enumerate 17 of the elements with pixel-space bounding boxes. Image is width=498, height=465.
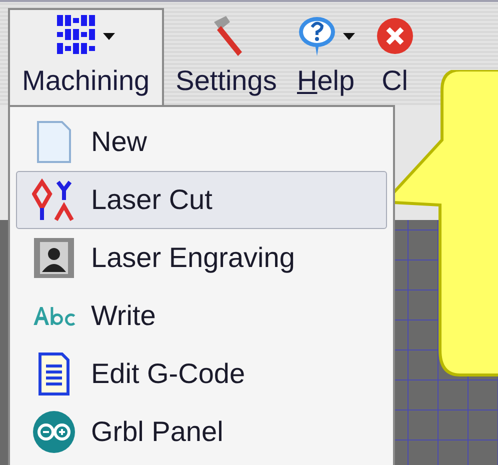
toolbar-button[interactable]: Settings xyxy=(168,8,285,105)
infinity-logo-icon xyxy=(32,410,76,454)
menu-item[interactable]: Edit G-Code xyxy=(16,345,387,403)
toolbar-button[interactable]: Cl xyxy=(366,8,423,105)
laser-path-icon xyxy=(32,178,76,222)
logo-icon xyxy=(56,15,97,57)
menu-item[interactable]: Laser Cut xyxy=(16,171,387,229)
menu-item[interactable]: New xyxy=(16,113,387,171)
document-icon xyxy=(36,352,72,396)
menu-item[interactable]: Grbl Panel xyxy=(16,403,387,461)
portrait-icon xyxy=(32,236,76,280)
toolbar-button[interactable]: Help xyxy=(288,8,363,105)
toolbar-button[interactable]: Machining xyxy=(8,8,164,105)
menu-item[interactable]: Laser Engraving xyxy=(16,229,387,287)
menu-item[interactable]: Write xyxy=(16,287,387,345)
page-icon xyxy=(36,120,72,164)
close-icon xyxy=(374,16,415,56)
